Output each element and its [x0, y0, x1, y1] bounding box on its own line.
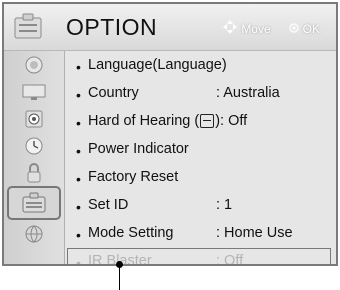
- option-menu-window: OPTION Move OK • Language(Language) • Co…: [2, 2, 338, 266]
- menu-item-country[interactable]: • Country : Australia: [66, 79, 336, 107]
- navigation-hint: Move OK: [223, 20, 320, 37]
- sidebar-item-screen[interactable]: [4, 78, 64, 105]
- menu-item-mode-setting[interactable]: • Mode Setting : Home Use: [66, 219, 336, 247]
- ok-button-icon: [289, 22, 299, 36]
- option-icon: [21, 192, 47, 214]
- audio-icon: [24, 109, 44, 129]
- hard-of-hearing-label: Hard of Hearing ( ): Off: [88, 113, 247, 129]
- set-id-label: Set ID: [88, 197, 129, 213]
- category-sidebar: [4, 51, 65, 264]
- option-list: • Language(Language) • Country : Austral…: [66, 51, 336, 266]
- callout-line: [119, 262, 120, 290]
- ok-hint-label: OK: [302, 21, 320, 36]
- move-arrows-icon: [223, 20, 238, 37]
- mode-setting-value: : Home Use: [216, 225, 293, 241]
- sidebar-item-time[interactable]: [4, 132, 64, 159]
- sidebar-item-network[interactable]: [4, 220, 64, 247]
- mode-setting-label: Mode Setting: [88, 225, 174, 241]
- time-icon: [24, 136, 44, 156]
- sidebar-item-option[interactable]: [7, 186, 61, 220]
- picture-icon: [23, 55, 45, 75]
- set-id-value: : 1: [216, 197, 233, 213]
- bullet-icon: •: [76, 115, 81, 131]
- lock-icon: [25, 162, 43, 184]
- screen-icon: [22, 83, 46, 101]
- menu-item-hard-of-hearing[interactable]: • Hard of Hearing ( ): Off: [66, 107, 336, 135]
- country-value: : Australia: [216, 85, 280, 101]
- bullet-icon: •: [76, 143, 81, 159]
- bullet-icon: •: [76, 227, 81, 243]
- hard-of-hearing-label-prefix: Hard of Hearing (: [88, 113, 200, 129]
- bullet-icon: •: [76, 87, 81, 103]
- move-hint-label: Move: [241, 21, 271, 36]
- country-label: Country: [88, 85, 139, 101]
- power-indicator-label: Power Indicator: [88, 141, 189, 157]
- page-title: OPTION: [66, 14, 158, 40]
- menu-item-set-id[interactable]: • Set ID : 1: [66, 191, 336, 219]
- hard-of-hearing-value: ): Off: [215, 113, 248, 129]
- menu-item-language[interactable]: • Language(Language): [66, 51, 336, 79]
- language-label: Language(Language): [88, 57, 227, 73]
- menu-header: OPTION Move OK: [4, 4, 336, 51]
- menu-item-power-indicator[interactable]: • Power Indicator: [66, 135, 336, 163]
- sidebar-item-audio[interactable]: [4, 105, 64, 132]
- factory-reset-label: Factory Reset: [88, 169, 179, 185]
- bullet-icon: •: [76, 255, 81, 266]
- subtitle-icon: [200, 114, 215, 128]
- bullet-icon: •: [76, 199, 81, 215]
- network-icon: [24, 224, 44, 244]
- menu-item-ir-blaster[interactable]: • IR Blaster : Off: [66, 247, 332, 266]
- ir-blaster-value: : Off: [216, 253, 244, 266]
- option-header-icon: [12, 12, 44, 42]
- sidebar-item-picture[interactable]: [4, 51, 64, 78]
- bullet-icon: •: [76, 171, 81, 187]
- sidebar-item-lock[interactable]: [4, 159, 64, 186]
- menu-item-factory-reset[interactable]: • Factory Reset: [66, 163, 336, 191]
- bullet-icon: •: [76, 59, 81, 75]
